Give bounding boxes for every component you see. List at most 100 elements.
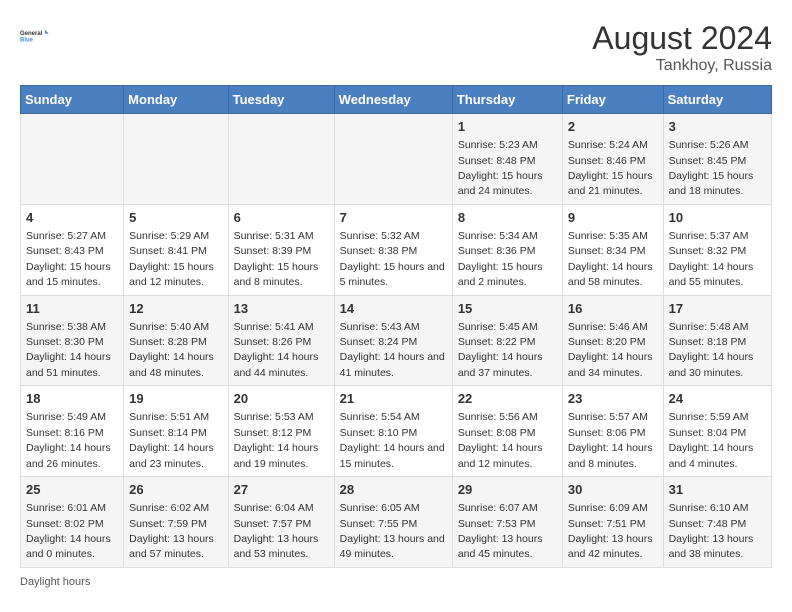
day-of-week-header: Friday xyxy=(562,86,663,114)
day-detail: Sunrise: 5:31 AM Sunset: 8:39 PM Dayligh… xyxy=(234,230,319,288)
footer-text: Daylight hours xyxy=(20,576,90,588)
day-number: 20 xyxy=(234,390,329,408)
day-number: 10 xyxy=(669,209,766,227)
calendar-day-cell: 11Sunrise: 5:38 AM Sunset: 8:30 PM Dayli… xyxy=(21,295,124,386)
footer: Daylight hours xyxy=(20,576,772,588)
day-number: 23 xyxy=(568,390,658,408)
calendar-table: SundayMondayTuesdayWednesdayThursdayFrid… xyxy=(20,85,772,568)
day-detail: Sunrise: 5:53 AM Sunset: 8:12 PM Dayligh… xyxy=(234,411,319,469)
day-detail: Sunrise: 5:56 AM Sunset: 8:08 PM Dayligh… xyxy=(458,411,543,469)
calendar-day-cell: 4 Sunrise: 5:27 AM Sunset: 8:43 PM Daylig… xyxy=(21,204,124,295)
day-of-week-header: Tuesday xyxy=(228,86,334,114)
logo-icon: GeneralBlue xyxy=(20,20,52,52)
day-detail: Sunrise: 5:41 AM Sunset: 8:26 PM Dayligh… xyxy=(234,321,319,379)
calendar-day-cell: 7 Sunrise: 5:32 AM Sunset: 8:38 PM Daylig… xyxy=(334,204,452,295)
day-detail: Sunrise: 6:02 AM Sunset: 7:59 PM Dayligh… xyxy=(129,502,214,560)
calendar-day-cell xyxy=(334,114,452,205)
day-number: 13 xyxy=(234,300,329,318)
calendar-day-cell: 10 Sunrise: 5:37 AM Sunset: 8:32 PM Dayli… xyxy=(663,204,771,295)
calendar-day-cell: 17 Sunrise: 5:48 AM Sunset: 8:18 PM Dayli… xyxy=(663,295,771,386)
day-number: 18 xyxy=(26,390,118,408)
calendar-week-row: 4 Sunrise: 5:27 AM Sunset: 8:43 PM Daylig… xyxy=(21,204,772,295)
day-number: 14 xyxy=(340,300,447,318)
day-number: 4 xyxy=(26,209,118,227)
calendar-day-cell: 25 Sunrise: 6:01 AM Sunset: 8:02 PM Dayli… xyxy=(21,477,124,568)
day-of-week-header: Sunday xyxy=(21,86,124,114)
day-detail: Sunrise: 5:35 AM Sunset: 8:34 PM Dayligh… xyxy=(568,230,653,288)
day-detail: Sunrise: 5:32 AM Sunset: 8:38 PM Dayligh… xyxy=(340,230,445,288)
day-number: 21 xyxy=(340,390,447,408)
calendar-day-cell: 21 Sunrise: 5:54 AM Sunset: 8:10 PM Dayli… xyxy=(334,386,452,477)
day-number: 22 xyxy=(458,390,557,408)
svg-text:Blue: Blue xyxy=(20,38,34,44)
calendar-day-cell: 8Sunrise: 5:34 AM Sunset: 8:36 PM Daylig… xyxy=(452,204,562,295)
day-detail: Sunrise: 6:04 AM Sunset: 7:57 PM Dayligh… xyxy=(234,502,319,560)
day-detail: Sunrise: 5:29 AM Sunset: 8:41 PM Dayligh… xyxy=(129,230,214,288)
calendar-day-cell: 26Sunrise: 6:02 AM Sunset: 7:59 PM Dayli… xyxy=(124,477,228,568)
day-detail: Sunrise: 5:49 AM Sunset: 8:16 PM Dayligh… xyxy=(26,411,111,469)
calendar-day-cell xyxy=(124,114,228,205)
day-number: 1 xyxy=(458,118,557,136)
header-row: SundayMondayTuesdayWednesdayThursdayFrid… xyxy=(21,86,772,114)
day-number: 17 xyxy=(669,300,766,318)
calendar-day-cell xyxy=(21,114,124,205)
calendar-week-row: 1 Sunrise: 5:23 AM Sunset: 8:48 PM Daylig… xyxy=(21,114,772,205)
day-number: 15 xyxy=(458,300,557,318)
month-year: August 2024 xyxy=(592,20,772,57)
calendar-day-cell: 19 Sunrise: 5:51 AM Sunset: 8:14 PM Dayli… xyxy=(124,386,228,477)
calendar-day-cell: 27Sunrise: 6:04 AM Sunset: 7:57 PM Dayli… xyxy=(228,477,334,568)
day-number: 19 xyxy=(129,390,222,408)
day-number: 3 xyxy=(669,118,766,136)
day-number: 25 xyxy=(26,481,118,499)
day-detail: Sunrise: 5:40 AM Sunset: 8:28 PM Dayligh… xyxy=(129,321,214,379)
calendar-day-cell: 14 Sunrise: 5:43 AM Sunset: 8:24 PM Dayli… xyxy=(334,295,452,386)
calendar-week-row: 11Sunrise: 5:38 AM Sunset: 8:30 PM Dayli… xyxy=(21,295,772,386)
day-detail: Sunrise: 5:23 AM Sunset: 8:48 PM Dayligh… xyxy=(458,139,543,197)
day-detail: Sunrise: 5:27 AM Sunset: 8:43 PM Dayligh… xyxy=(26,230,111,288)
page-header: GeneralBlue August 2024 Tankhoy, Russia xyxy=(20,20,772,75)
day-of-week-header: Monday xyxy=(124,86,228,114)
day-detail: Sunrise: 5:54 AM Sunset: 8:10 PM Dayligh… xyxy=(340,411,445,469)
calendar-day-cell: 23 Sunrise: 5:57 AM Sunset: 8:06 PM Dayli… xyxy=(562,386,663,477)
logo: GeneralBlue xyxy=(20,20,52,52)
day-detail: Sunrise: 5:38 AM Sunset: 8:30 PM Dayligh… xyxy=(26,321,111,379)
day-number: 7 xyxy=(340,209,447,227)
calendar-day-cell: 12 Sunrise: 5:40 AM Sunset: 8:28 PM Dayli… xyxy=(124,295,228,386)
day-number: 31 xyxy=(669,481,766,499)
day-detail: Sunrise: 6:07 AM Sunset: 7:53 PM Dayligh… xyxy=(458,502,543,560)
calendar-day-cell: 6Sunrise: 5:31 AM Sunset: 8:39 PM Daylig… xyxy=(228,204,334,295)
calendar-day-cell: 16 Sunrise: 5:46 AM Sunset: 8:20 PM Dayli… xyxy=(562,295,663,386)
calendar-day-cell: 20 Sunrise: 5:53 AM Sunset: 8:12 PM Dayli… xyxy=(228,386,334,477)
day-detail: Sunrise: 6:01 AM Sunset: 8:02 PM Dayligh… xyxy=(26,502,111,560)
calendar-day-cell: 22 Sunrise: 5:56 AM Sunset: 8:08 PM Dayli… xyxy=(452,386,562,477)
day-number: 29 xyxy=(458,481,557,499)
calendar-day-cell xyxy=(228,114,334,205)
day-detail: Sunrise: 5:26 AM Sunset: 8:45 PM Dayligh… xyxy=(669,139,754,197)
day-detail: Sunrise: 5:46 AM Sunset: 8:20 PM Dayligh… xyxy=(568,321,653,379)
day-number: 28 xyxy=(340,481,447,499)
day-number: 30 xyxy=(568,481,658,499)
day-detail: Sunrise: 5:37 AM Sunset: 8:32 PM Dayligh… xyxy=(669,230,754,288)
calendar-day-cell: 24Sunrise: 5:59 AM Sunset: 8:04 PM Dayli… xyxy=(663,386,771,477)
day-detail: Sunrise: 5:48 AM Sunset: 8:18 PM Dayligh… xyxy=(669,321,754,379)
calendar-week-row: 18 Sunrise: 5:49 AM Sunset: 8:16 PM Dayli… xyxy=(21,386,772,477)
calendar-day-cell: 31 Sunrise: 6:10 AM Sunset: 7:48 PM Dayli… xyxy=(663,477,771,568)
day-detail: Sunrise: 6:10 AM Sunset: 7:48 PM Dayligh… xyxy=(669,502,754,560)
location: Tankhoy, Russia xyxy=(592,57,772,75)
day-detail: Sunrise: 6:09 AM Sunset: 7:51 PM Dayligh… xyxy=(568,502,653,560)
day-detail: Sunrise: 5:57 AM Sunset: 8:06 PM Dayligh… xyxy=(568,411,653,469)
day-of-week-header: Saturday xyxy=(663,86,771,114)
day-of-week-header: Thursday xyxy=(452,86,562,114)
day-detail: Sunrise: 5:51 AM Sunset: 8:14 PM Dayligh… xyxy=(129,411,214,469)
day-number: 16 xyxy=(568,300,658,318)
day-detail: Sunrise: 5:43 AM Sunset: 8:24 PM Dayligh… xyxy=(340,321,445,379)
calendar-day-cell: 13 Sunrise: 5:41 AM Sunset: 8:26 PM Dayli… xyxy=(228,295,334,386)
calendar-day-cell: 5Sunrise: 5:29 AM Sunset: 8:41 PM Daylig… xyxy=(124,204,228,295)
day-detail: Sunrise: 5:45 AM Sunset: 8:22 PM Dayligh… xyxy=(458,321,543,379)
day-number: 2 xyxy=(568,118,658,136)
day-number: 12 xyxy=(129,300,222,318)
day-detail: Sunrise: 6:05 AM Sunset: 7:55 PM Dayligh… xyxy=(340,502,445,560)
calendar-week-row: 25 Sunrise: 6:01 AM Sunset: 8:02 PM Dayli… xyxy=(21,477,772,568)
day-detail: Sunrise: 5:34 AM Sunset: 8:36 PM Dayligh… xyxy=(458,230,543,288)
calendar-day-cell: 29 Sunrise: 6:07 AM Sunset: 7:53 PM Dayli… xyxy=(452,477,562,568)
